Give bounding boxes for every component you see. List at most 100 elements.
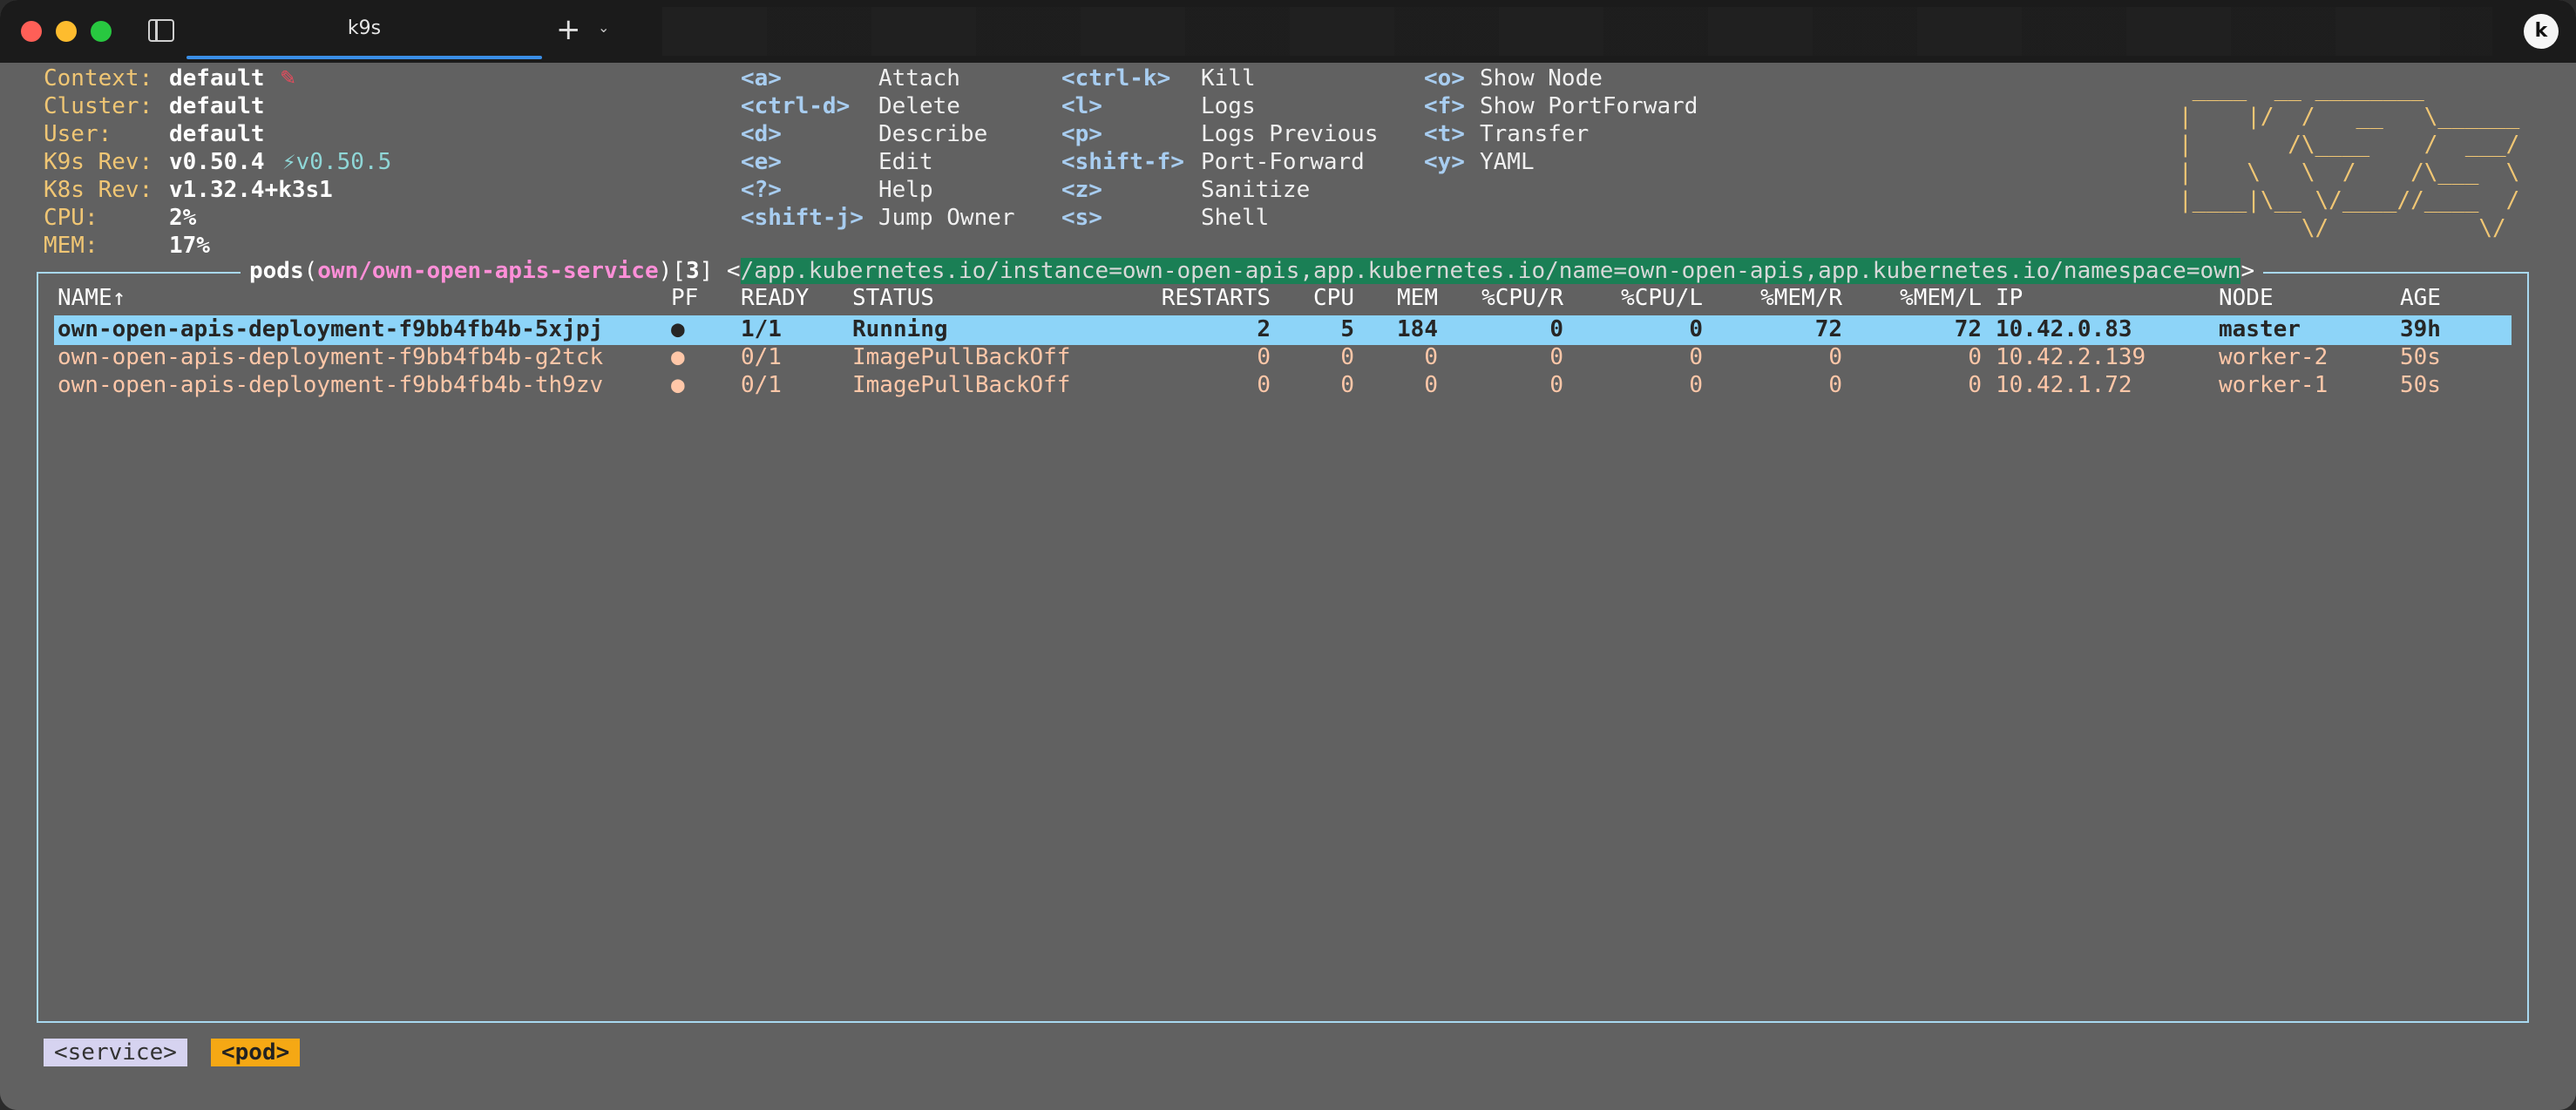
- pod-ip: 10.42.2.139: [1996, 344, 2146, 370]
- port-forward-indicator: ●: [671, 372, 685, 398]
- crumb-service[interactable]: <service>: [44, 1039, 187, 1066]
- k9s-rev-value: v0.50.4: [169, 149, 265, 175]
- k9s-logo-line: ____ __ ________: [2179, 76, 2520, 102]
- k9s-terminal[interactable]: Context: default ✎ Cluster: default User…: [0, 63, 2576, 1110]
- view-resource: pods: [249, 258, 304, 284]
- new-tab-plus-icon[interactable]: +: [556, 12, 581, 47]
- pod-cpu: 0: [1340, 344, 1354, 370]
- view-count: 3: [685, 258, 700, 284]
- shortcut-key: <p>: [1061, 121, 1102, 147]
- shortcut-label: Help: [878, 177, 933, 203]
- pod-name[interactable]: own-open-apis-deployment-f9bb4fb4b-th9zv: [58, 371, 603, 399]
- pod-restarts: 2: [1257, 316, 1271, 342]
- shortcut-label: Kill: [1201, 65, 1256, 91]
- pod-mem-r: 0: [1828, 344, 1842, 370]
- pod-mem: 184: [1397, 316, 1438, 342]
- k9s-logo-line: | |/ / __ \______: [2179, 104, 2520, 130]
- pod-ip: 10.42.1.72: [1996, 372, 2132, 398]
- shortcut-key: <z>: [1061, 177, 1102, 203]
- context-label: Context:: [44, 65, 153, 91]
- column-header-name[interactable]: NAME↑: [58, 284, 125, 312]
- tab-k9s[interactable]: k9s: [186, 0, 542, 63]
- active-tab-indicator: [186, 56, 542, 59]
- close-window-button[interactable]: [21, 21, 42, 42]
- shortcut-key: <?>: [741, 177, 782, 203]
- column-header-cpu[interactable]: CPU: [1302, 284, 1354, 312]
- shortcut-label: Logs Previous: [1201, 121, 1379, 147]
- pod-status: ImagePullBackOff: [852, 344, 1071, 370]
- pod-node: worker-1: [2219, 372, 2329, 398]
- shortcut-label: Show PortForward: [1480, 93, 1698, 119]
- shortcut-key: <o>: [1424, 65, 1465, 91]
- shortcut-key: <a>: [741, 65, 782, 91]
- shortcut-label: Show Node: [1480, 65, 1603, 91]
- pod-status: ImagePullBackOff: [852, 372, 1071, 398]
- tab-bar-background: [662, 7, 2492, 56]
- k9s-latest-version: ⚡v0.50.5: [282, 149, 392, 175]
- pod-node: master: [2219, 316, 2301, 342]
- column-header-age[interactable]: AGE: [2400, 284, 2441, 312]
- pod-cpu-l: 0: [1689, 344, 1703, 370]
- pod-mem-r: 0: [1828, 372, 1842, 398]
- k9s-logo-line: | /\____ / ___/: [2179, 132, 2520, 158]
- zoom-window-button[interactable]: [91, 21, 112, 42]
- minimize-window-button[interactable]: [56, 21, 77, 42]
- pod-age: 39h: [2400, 316, 2441, 342]
- column-header-ip[interactable]: IP: [1996, 284, 2023, 312]
- cpu-value: 2%: [169, 205, 197, 231]
- profile-avatar-icon[interactable]: k: [2524, 14, 2559, 49]
- pod-age: 50s: [2400, 372, 2441, 398]
- pod-mem-l: 72: [1954, 316, 1982, 342]
- context-value: default: [169, 65, 265, 91]
- pod-restarts: 0: [1257, 344, 1271, 370]
- pod-cpu: 0: [1340, 372, 1354, 398]
- port-forward-indicator: ●: [671, 344, 685, 370]
- pod-cpu-r: 0: [1549, 344, 1563, 370]
- k8s-rev-label: K8s Rev:: [44, 177, 153, 203]
- pod-cpu-l: 0: [1689, 316, 1703, 342]
- shortcut-label: Port-Forward: [1201, 149, 1365, 175]
- k9s-logo-line: \/ \/: [2179, 215, 2520, 241]
- pod-ready: 0/1: [741, 344, 782, 370]
- column-header-mem-r[interactable]: %MEM/R: [1752, 284, 1842, 312]
- pod-age: 50s: [2400, 344, 2441, 370]
- column-header-status[interactable]: STATUS: [852, 284, 934, 312]
- pod-mem: 0: [1424, 344, 1438, 370]
- shortcut-label: Sanitize: [1201, 177, 1311, 203]
- pod-mem-l: 0: [1968, 344, 1982, 370]
- shortcut-label: Shell: [1201, 205, 1270, 231]
- tab-label: k9s: [347, 17, 382, 39]
- column-header-cpu-l[interactable]: %CPU/L: [1612, 284, 1703, 312]
- column-header-mem[interactable]: MEM: [1386, 284, 1438, 312]
- pod-name[interactable]: own-open-apis-deployment-f9bb4fb4b-g2tck: [58, 343, 603, 371]
- shortcut-label: Edit: [878, 149, 933, 175]
- view-path: own/own-open-apis-service: [317, 258, 659, 284]
- k8s-rev-value: v1.32.4+k3s1: [169, 177, 333, 203]
- cluster-label: Cluster:: [44, 93, 153, 119]
- k9s-rev-label: K9s Rev:: [44, 149, 153, 175]
- pod-mem-l: 0: [1968, 372, 1982, 398]
- column-header-ready[interactable]: READY: [741, 284, 809, 312]
- column-header-restarts[interactable]: RESTARTS: [1133, 284, 1271, 312]
- mem-value: 17%: [169, 233, 210, 259]
- shortcut-key: <e>: [741, 149, 782, 175]
- pencil-icon: ✎: [281, 62, 295, 91]
- crumb-pod[interactable]: <pod>: [211, 1039, 301, 1066]
- shortcut-key: <f>: [1424, 93, 1465, 119]
- user-label: User:: [44, 121, 112, 147]
- column-header-pf[interactable]: PF: [671, 284, 698, 312]
- chevron-down-icon[interactable]: ⌄: [598, 19, 609, 36]
- port-forward-indicator: ●: [671, 316, 685, 342]
- sidebar-toggle-icon[interactable]: [148, 19, 174, 42]
- column-header-cpu-r[interactable]: %CPU/R: [1473, 284, 1563, 312]
- pod-name[interactable]: own-open-apis-deployment-f9bb4fb4b-5xjpj: [58, 315, 603, 343]
- shortcut-key: <l>: [1061, 93, 1102, 119]
- user-value: default: [169, 121, 265, 147]
- column-header-node[interactable]: NODE: [2219, 284, 2274, 312]
- k9s-logo-line: |____|\__ \/____//____ /: [2179, 187, 2520, 213]
- shortcut-label: Delete: [878, 93, 960, 119]
- shortcut-label: YAML: [1480, 149, 1535, 175]
- column-header-mem-l[interactable]: %MEM/L: [1891, 284, 1982, 312]
- pod-cpu-r: 0: [1549, 372, 1563, 398]
- shortcut-key: <d>: [741, 121, 782, 147]
